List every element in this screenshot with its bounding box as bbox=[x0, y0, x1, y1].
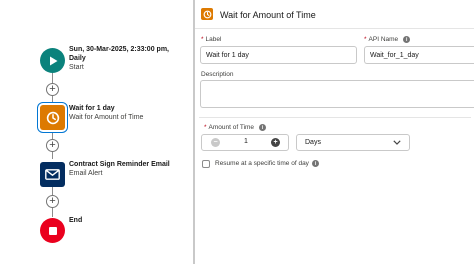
plus-icon: + bbox=[49, 83, 56, 95]
end-node-title: End bbox=[69, 217, 83, 224]
resume-caption: Resume at a specific time of day bbox=[215, 160, 309, 167]
label-input-value: Wait for 1 day bbox=[206, 51, 249, 59]
end-node-text[interactable]: End bbox=[69, 216, 82, 225]
start-node-title: Sun, 30-Mar-2025, 2:33:00 pm, bbox=[69, 46, 169, 53]
plus-icon: + bbox=[49, 139, 56, 151]
label-field-caption: Label bbox=[205, 36, 222, 43]
start-node[interactable] bbox=[40, 48, 65, 73]
info-icon[interactable]: i bbox=[259, 124, 267, 131]
time-unit-value: Days bbox=[305, 139, 321, 146]
amount-of-time-label: * Amount of Time i bbox=[204, 124, 267, 131]
email-node-title: Contract Sign Reminder Email bbox=[69, 161, 170, 168]
api-name-input[interactable]: Wait_for_1_day bbox=[364, 46, 474, 64]
add-element-button[interactable]: + bbox=[46, 195, 59, 208]
minus-icon: − bbox=[213, 139, 218, 146]
api-name-caption: API Name bbox=[368, 36, 399, 43]
description-textarea[interactable] bbox=[200, 80, 474, 108]
wait-node-subtitle: Wait for Amount of Time bbox=[69, 114, 144, 121]
envelope-icon bbox=[45, 169, 60, 180]
clock-icon bbox=[201, 8, 213, 20]
increment-button[interactable]: + bbox=[271, 138, 280, 147]
required-marker: * bbox=[204, 124, 207, 131]
stop-icon bbox=[48, 226, 57, 235]
clock-icon bbox=[46, 111, 59, 124]
email-node-subtitle: Email Alert bbox=[69, 170, 103, 177]
label-input[interactable]: Wait for 1 day bbox=[200, 46, 357, 64]
panel-header: Wait for Amount of Time bbox=[195, 0, 474, 29]
amount-value[interactable]: 1 bbox=[230, 138, 262, 145]
start-node-subtitle: Start bbox=[69, 64, 84, 71]
section-divider bbox=[199, 117, 471, 118]
amount-stepper[interactable]: − 1 + bbox=[201, 134, 289, 151]
panel-title: Wait for Amount of Time bbox=[220, 10, 316, 20]
resume-label[interactable]: Resume at a specific time of day i bbox=[215, 160, 319, 167]
info-icon[interactable]: i bbox=[403, 36, 411, 43]
play-icon bbox=[49, 56, 57, 65]
resume-checkbox[interactable] bbox=[202, 160, 210, 168]
flow-canvas: + + + Sun, 30-Mar-2025, 2:33:00 pm, Dail… bbox=[0, 0, 193, 264]
info-icon[interactable]: i bbox=[311, 160, 319, 167]
add-element-button[interactable]: + bbox=[46, 83, 59, 96]
start-node-text[interactable]: Sun, 30-Mar-2025, 2:33:00 pm, Daily Star… bbox=[69, 45, 169, 72]
description-label: Description bbox=[201, 71, 234, 78]
email-alert-node[interactable] bbox=[40, 162, 65, 187]
email-node-text[interactable]: Contract Sign Reminder Email Email Alert bbox=[69, 160, 170, 178]
required-marker: * bbox=[364, 36, 367, 43]
required-marker: * bbox=[201, 36, 204, 43]
wait-node-title: Wait for 1 day bbox=[69, 105, 115, 112]
time-unit-select[interactable]: Days bbox=[296, 134, 410, 151]
plus-icon: + bbox=[49, 195, 56, 207]
api-name-field-label: * API Name i bbox=[364, 36, 411, 43]
label-field-label: * Label bbox=[201, 36, 221, 43]
wait-node[interactable] bbox=[40, 105, 65, 130]
add-element-button[interactable]: + bbox=[46, 139, 59, 152]
chevron-down-icon bbox=[393, 140, 401, 145]
start-node-title-line2: Daily bbox=[69, 55, 86, 62]
description-caption: Description bbox=[201, 71, 234, 78]
decrement-button[interactable]: − bbox=[211, 138, 220, 147]
property-panel: Wait for Amount of Time bbox=[195, 0, 474, 264]
amount-caption: Amount of Time bbox=[208, 124, 255, 131]
wait-node-text[interactable]: Wait for 1 day Wait for Amount of Time bbox=[69, 104, 143, 122]
end-node[interactable] bbox=[40, 218, 65, 243]
plus-icon: + bbox=[273, 139, 278, 146]
api-name-input-value: Wait_for_1_day bbox=[370, 51, 419, 59]
